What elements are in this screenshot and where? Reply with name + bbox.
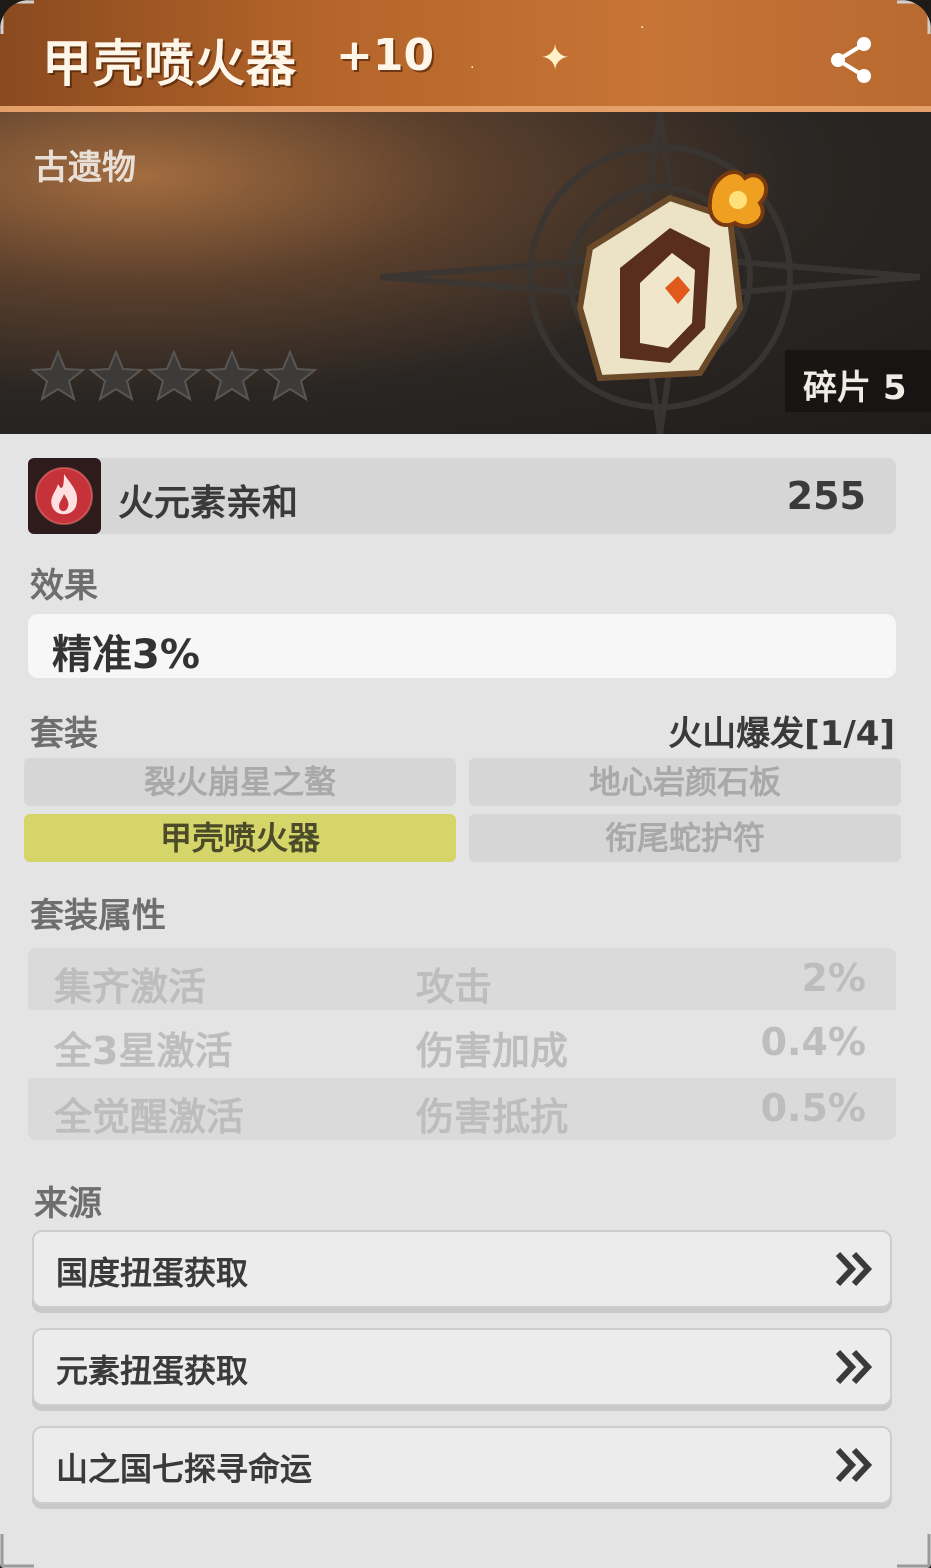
- source-button-3[interactable]: 山之国七探寻命运: [32, 1426, 892, 1504]
- fragment-count-label: 碎片 5: [803, 368, 907, 408]
- star-icon: [88, 349, 144, 402]
- effect-value: 精准3%: [52, 632, 200, 678]
- star-icon: [262, 349, 318, 402]
- double-chevron-right-icon: [835, 1349, 873, 1385]
- attribute-condition: 全3星激活: [54, 1029, 233, 1073]
- attribute-stat: 伤害加成: [416, 1029, 569, 1073]
- set-piece-2[interactable]: 地心岩颜石板: [469, 758, 901, 806]
- item-level: +10: [336, 30, 435, 81]
- rarity-stars: [30, 348, 318, 404]
- share-icon[interactable]: [826, 34, 878, 86]
- effect-heading: 效果: [30, 566, 98, 606]
- item-detail-card: ✦ · · 甲壳喷火器 +10 古遗物 碎片 5 火元素亲和 255 效果 精准…: [0, 0, 931, 1568]
- star-icon: [146, 349, 202, 402]
- header-bar: ✦ · · 甲壳喷火器 +10: [0, 0, 931, 112]
- sparkle-icon: ✦: [540, 38, 571, 79]
- attribute-condition: 全觉醒激活: [54, 1095, 245, 1139]
- set-attribute-row: 全觉醒激活 伤害抵抗 0.5%: [28, 1078, 896, 1140]
- fragment-count-badge: 碎片 5: [785, 350, 931, 412]
- attribute-value: 2%: [801, 956, 866, 1000]
- star-icon: [204, 349, 260, 402]
- set-heading: 套装: [30, 714, 98, 754]
- flamethrower-artifact-icon: [576, 170, 769, 382]
- item-title: 甲壳喷火器: [42, 35, 297, 93]
- set-piece-3-active[interactable]: 甲壳喷火器: [24, 814, 456, 862]
- double-chevron-right-icon: [835, 1251, 873, 1287]
- set-attributes-heading: 套装属性: [30, 896, 166, 936]
- item-banner: 古遗物 碎片 5: [0, 112, 931, 434]
- main-stat-value: 255: [786, 474, 866, 518]
- double-chevron-right-icon: [835, 1447, 873, 1483]
- corner-ornament-icon: [897, 0, 931, 34]
- star-icon: [30, 349, 86, 402]
- set-piece-1[interactable]: 裂火崩星之螯: [24, 758, 456, 806]
- source-button-2[interactable]: 元素扭蛋获取: [32, 1328, 892, 1406]
- fire-element-icon: [35, 467, 93, 525]
- attribute-value: 0.5%: [760, 1086, 866, 1130]
- source-button-1[interactable]: 国度扭蛋获取: [32, 1230, 892, 1308]
- source-label: 元素扭蛋获取: [56, 1352, 249, 1390]
- fire-element-badge: [28, 458, 101, 534]
- set-name: 火山爆发[1/4]: [668, 714, 895, 754]
- set-attribute-row: 全3星激活 伤害加成 0.4%: [28, 1012, 896, 1074]
- corner-ornament-icon: [0, 1534, 34, 1568]
- sources-heading: 来源: [34, 1184, 102, 1224]
- sparkle-icon: ·: [640, 20, 645, 36]
- set-attribute-row: 集齐激活 攻击 2%: [28, 948, 896, 1010]
- sparkle-icon: ·: [470, 60, 475, 76]
- attribute-stat: 攻击: [416, 965, 493, 1009]
- effect-box: 精准3%: [28, 614, 896, 678]
- corner-ornament-icon: [0, 0, 34, 34]
- attribute-condition: 集齐激活: [54, 965, 207, 1009]
- source-label: 山之国七探寻命运: [56, 1450, 313, 1488]
- attribute-value: 0.4%: [760, 1020, 866, 1064]
- main-stat-row: 火元素亲和 255: [28, 458, 896, 534]
- item-type-label: 古遗物: [34, 148, 136, 188]
- set-piece-4[interactable]: 衔尾蛇护符: [469, 814, 901, 862]
- attribute-stat: 伤害抵抗: [416, 1095, 569, 1139]
- main-stat-label: 火元素亲和: [118, 483, 299, 524]
- corner-ornament-icon: [897, 1534, 931, 1568]
- source-label: 国度扭蛋获取: [56, 1254, 249, 1292]
